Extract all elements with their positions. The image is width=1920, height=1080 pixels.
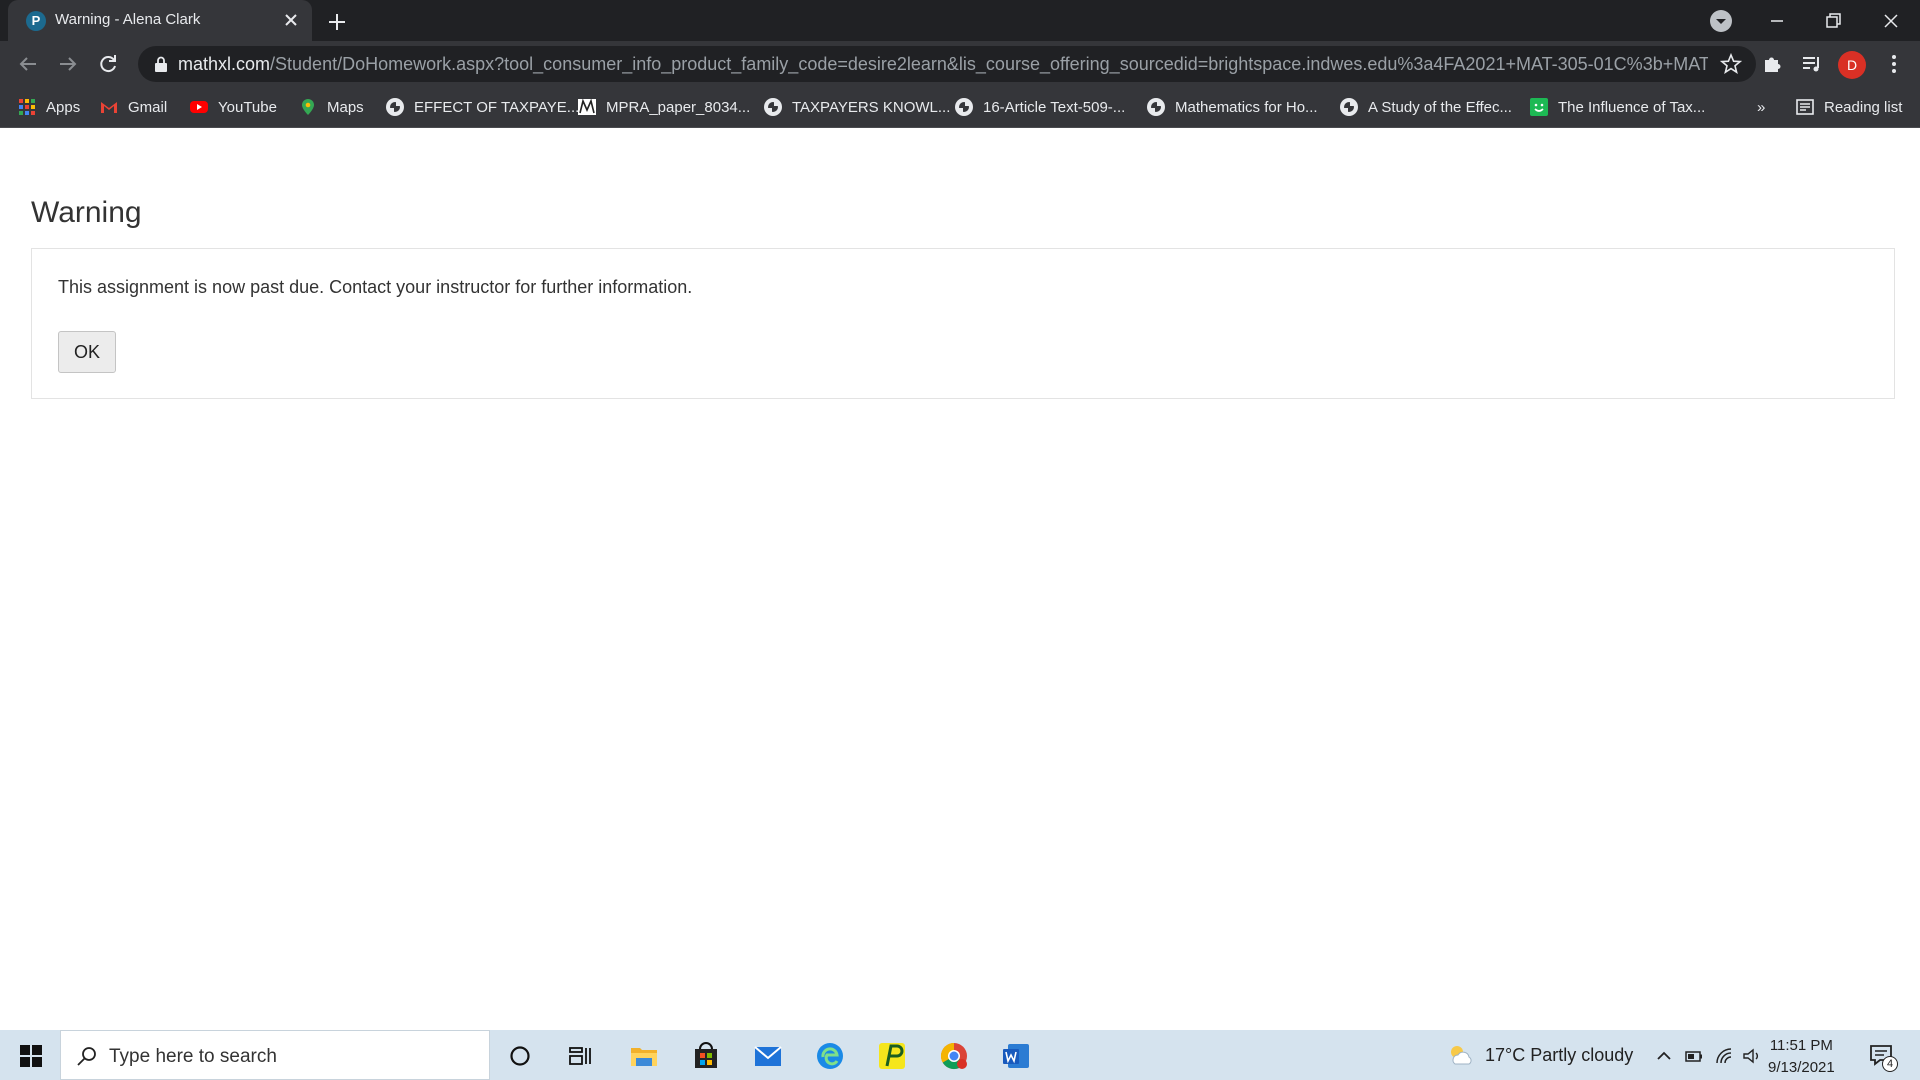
pearson-favicon-icon: P	[26, 11, 46, 31]
media-queue-icon[interactable]	[1800, 52, 1824, 76]
apps-grid-icon	[19, 99, 35, 115]
notification-count-badge: 4	[1882, 1056, 1898, 1072]
browser-toolbar: mathxl.com/Student/DoHomework.aspx?tool_…	[0, 41, 1920, 87]
profile-avatar[interactable]: D	[1838, 51, 1866, 79]
bookmark-label: TAXPAYERS KNOWL...	[792, 98, 951, 116]
url-path: /Student/DoHomework.aspx?tool_consumer_i…	[270, 54, 1708, 74]
bookmarks-bar: Apps Gmail YouTube Maps EFFECT OF TAXPAY…	[0, 87, 1920, 128]
file-explorer-icon[interactable]	[628, 1040, 660, 1072]
warning-message: This assignment is now past due. Contact…	[58, 277, 693, 297]
mail-icon[interactable]	[752, 1040, 784, 1072]
windows-taskbar: Type here to search 17°C Partly cloudy 1…	[0, 1030, 1920, 1080]
tab-title: Warning - Alena Clark	[55, 11, 201, 28]
taskbar-search-input[interactable]: Type here to search	[60, 1030, 490, 1080]
green-smile-icon	[1530, 98, 1548, 116]
bookmark-maps[interactable]: Maps	[299, 96, 364, 118]
clock-date: 9/13/2021	[1768, 1059, 1835, 1076]
bookmark-label: Mathematics for Ho...	[1175, 98, 1318, 116]
microsoft-store-icon[interactable]	[690, 1040, 722, 1072]
reading-list-label: Reading list	[1824, 98, 1903, 116]
battery-icon[interactable]	[1684, 1046, 1704, 1066]
globe-icon	[764, 98, 782, 116]
bookmark-label: Gmail	[128, 98, 168, 116]
bookmark-label: A Study of the Effec...	[1368, 98, 1512, 116]
globe-icon	[1340, 98, 1358, 116]
bookmark-label: Maps	[327, 98, 364, 116]
cortana-icon[interactable]	[504, 1040, 536, 1072]
edge-browser-icon[interactable]	[814, 1040, 846, 1072]
bookmark-label: The Influence of Tax...	[1558, 98, 1706, 116]
youtube-icon	[190, 101, 208, 113]
bookmark-effect-of-taxpaye[interactable]: EFFECT OF TAXPAYE...	[386, 96, 579, 118]
wifi-icon[interactable]	[1714, 1046, 1734, 1066]
bookmark-mpra-paper[interactable]: MPRA_paper_8034...	[578, 96, 750, 118]
bookmark-label: MPRA_paper_8034...	[606, 98, 751, 116]
bookmark-mathematics-for-ho[interactable]: Mathematics for Ho...	[1147, 96, 1318, 118]
weather-text[interactable]: 17°C Partly cloudy	[1485, 1045, 1633, 1066]
windows-start-icon[interactable]	[20, 1045, 42, 1067]
task-view-icon[interactable]	[564, 1040, 596, 1072]
warning-panel: This assignment is now past due. Contact…	[31, 248, 1895, 399]
lock-icon[interactable]	[154, 56, 168, 72]
bookmark-taxpayers-knowl[interactable]: TAXPAYERS KNOWL...	[764, 96, 950, 118]
address-bar[interactable]: mathxl.com/Student/DoHomework.aspx?tool_…	[138, 46, 1756, 82]
new-tab-icon[interactable]	[324, 9, 350, 35]
kebab-menu-icon[interactable]	[1882, 52, 1906, 76]
reading-list-button[interactable]: Reading list	[1796, 96, 1902, 118]
bookmarks-overflow-button[interactable]: »	[1757, 96, 1765, 118]
reload-icon[interactable]	[94, 50, 122, 78]
bookmark-16-article[interactable]: 16-Article Text-509-...	[955, 96, 1125, 118]
tab-strip: P Warning - Alena Clark	[0, 0, 1920, 41]
bookmark-a-study-of-the-effec[interactable]: A Study of the Effec...	[1340, 96, 1512, 118]
forward-arrow-icon[interactable]	[54, 50, 82, 78]
search-icon	[77, 1047, 96, 1066]
close-window-icon[interactable]	[1876, 6, 1906, 36]
globe-icon	[955, 98, 973, 116]
bookmark-apps[interactable]: Apps	[18, 96, 80, 118]
ok-button[interactable]: OK	[58, 331, 116, 373]
bookmark-label: EFFECT OF TAXPAYE...	[414, 98, 580, 116]
bookmark-youtube[interactable]: YouTube	[190, 96, 277, 118]
maps-icon	[302, 99, 314, 115]
url-text[interactable]: mathxl.com/Student/DoHomework.aspx?tool_…	[178, 54, 1708, 75]
reading-list-icon	[1796, 99, 1814, 115]
mpra-icon	[578, 98, 596, 115]
url-host: mathxl.com	[178, 54, 271, 74]
word-icon[interactable]	[1000, 1040, 1032, 1072]
bookmark-gmail[interactable]: Gmail	[100, 96, 167, 118]
pearson-app-icon[interactable]	[876, 1040, 908, 1072]
weather-partly-cloudy-icon[interactable]	[1447, 1043, 1475, 1067]
bookmark-star-icon[interactable]	[1720, 53, 1742, 75]
globe-icon	[1147, 98, 1165, 116]
tab-close-icon[interactable]	[280, 9, 302, 31]
minimize-icon[interactable]	[1762, 6, 1792, 36]
back-arrow-icon[interactable]	[14, 50, 42, 78]
bookmark-label: YouTube	[218, 98, 277, 116]
bookmark-label: Apps	[46, 98, 81, 116]
search-placeholder: Type here to search	[109, 1046, 277, 1067]
page-title: Warning	[31, 196, 142, 229]
gmail-icon	[101, 102, 117, 113]
speaker-volume-icon[interactable]	[1742, 1046, 1762, 1066]
browser-tab-active[interactable]: P Warning - Alena Clark	[8, 0, 312, 41]
bookmark-label: 16-Article Text-509-...	[983, 98, 1126, 116]
chrome-icon[interactable]	[938, 1040, 970, 1072]
chevron-up-icon[interactable]	[1654, 1046, 1674, 1066]
clock-time: 11:51 PM	[1769, 1037, 1833, 1054]
bookmark-the-influence-of-tax[interactable]: The Influence of Tax...	[1530, 96, 1705, 118]
tab-search-icon[interactable]	[1710, 10, 1732, 32]
restore-icon[interactable]	[1818, 6, 1848, 36]
extensions-puzzle-icon[interactable]	[1760, 52, 1784, 76]
globe-icon	[386, 98, 404, 116]
taskbar-clock[interactable]: 11:51 PM 9/13/2021	[1768, 1035, 1835, 1079]
